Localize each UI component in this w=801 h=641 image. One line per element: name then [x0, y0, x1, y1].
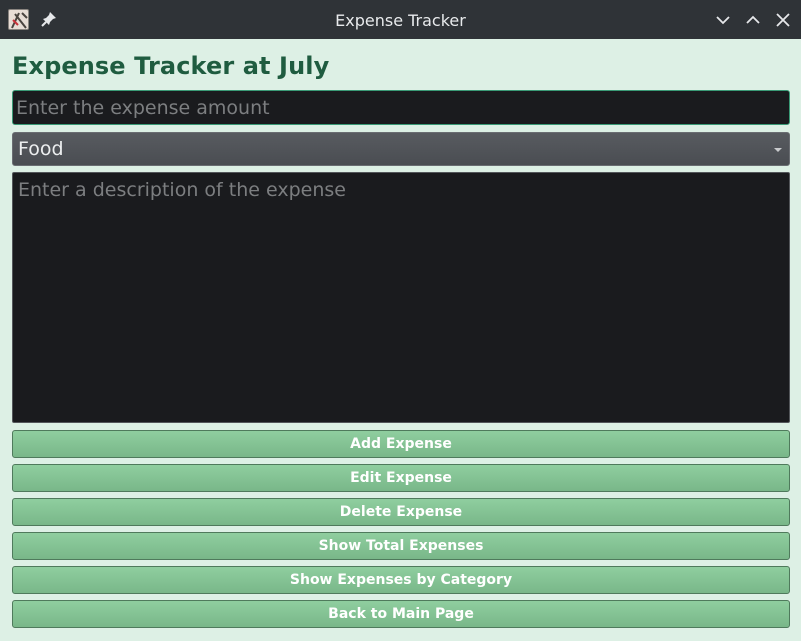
delete-expense-button[interactable]: Delete Expense [12, 498, 790, 526]
show-expenses-by-category-button[interactable]: Show Expenses by Category [12, 566, 790, 594]
edit-expense-button[interactable]: Edit Expense [12, 464, 790, 492]
expense-description-textarea[interactable] [12, 172, 790, 423]
expense-amount-input[interactable] [12, 90, 790, 125]
back-to-main-page-button[interactable]: Back to Main Page [12, 600, 790, 628]
add-expense-button[interactable]: Add Expense [12, 430, 790, 458]
title-bar: Expense Tracker [0, 0, 801, 39]
window-title: Expense Tracker [335, 11, 466, 30]
category-select[interactable]: Food [12, 132, 790, 166]
dropdown-arrow-icon [774, 148, 782, 152]
close-icon[interactable] [773, 10, 793, 30]
category-selected-value: Food [18, 138, 64, 160]
show-total-expenses-button[interactable]: Show Total Expenses [12, 532, 790, 560]
app-window: Expense Tracker Expense Tracker at July … [0, 0, 801, 641]
app-logo-icon[interactable] [8, 9, 29, 30]
page-title: Expense Tracker at July [12, 52, 330, 80]
chevron-down-icon[interactable] [713, 10, 733, 30]
pin-icon[interactable] [40, 10, 58, 28]
chevron-up-icon[interactable] [743, 10, 763, 30]
